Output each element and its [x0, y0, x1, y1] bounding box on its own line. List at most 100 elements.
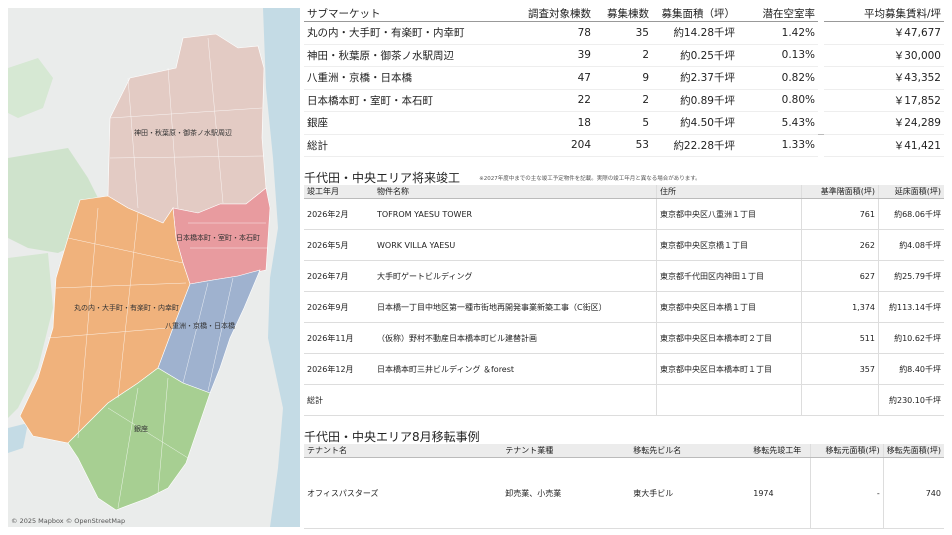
- future-cell: [656, 384, 802, 416]
- summary-cell: 約14.28千坪: [652, 21, 738, 45]
- summary-row[interactable]: 丸の内・大手町・有楽町・内幸町 78 35 約14.28千坪 1.42% ￥47,677: [304, 21, 944, 45]
- future-note: ※2027年度中までの主な竣工予定物件を記載。実際の竣工年月と異なる場合がありま…: [479, 175, 701, 182]
- summary-cell: 丸の内・大手町・有楽町・内幸町: [304, 21, 496, 45]
- future-row[interactable]: 総計 約230.10千坪: [304, 384, 944, 416]
- move-cell: 740: [883, 457, 944, 529]
- map-label-ginza: 銀座: [134, 425, 148, 433]
- summary-cell: 53: [594, 133, 652, 157]
- future-title-row: 千代田・中央エリア将来竣工 ※2027年度中までの主な竣工予定物件を記載。実際の…: [304, 167, 944, 185]
- summary-row[interactable]: 総計 204 53 約22.28千坪 1.33% ￥41,421: [304, 133, 944, 157]
- future-cell: 日本橋一丁目中地区第一種市街地再開発事業新築工事（C街区）: [374, 291, 657, 323]
- summary-cell: 日本橋本町・室町・本石町: [304, 89, 496, 112]
- future-cell: 357: [801, 353, 879, 385]
- col-industry[interactable]: テナント業種: [502, 444, 631, 458]
- future-cell: （仮称）野村不動産日本橋本町ビル建替計画: [374, 322, 657, 354]
- future-cell: 東京都中央区日本橋本町２丁目: [656, 322, 802, 354]
- summary-row[interactable]: 八重洲・京橋・日本橋 47 9 約2.37千坪 0.82% ￥43,352: [304, 66, 944, 90]
- future-row[interactable]: 2026年11月 （仮称）野村不動産日本橋本町ビル建替計画 東京都中央区日本橋本町２…: [304, 322, 944, 354]
- col-avg-rent[interactable]: 平均募集賃料/坪: [824, 6, 944, 22]
- future-cell: [801, 384, 879, 416]
- summary-cell: 39: [496, 44, 594, 67]
- future-cell: 総計: [304, 384, 374, 416]
- summary-cell: 2: [594, 44, 652, 67]
- summary-cell: 204: [496, 133, 594, 157]
- future-cell: 約68.06千坪: [878, 198, 944, 230]
- future-cell: 2026年5月: [304, 229, 374, 261]
- future-row[interactable]: 2026年12月 日本橋本町三井ビルディング ＆forest 東京都中央区日本橋本町…: [304, 353, 944, 385]
- summary-row[interactable]: 銀座 18 5 約4.50千坪 5.43% ￥24,289: [304, 111, 944, 135]
- map-label-nihonbashi: 日本橋本町・室町・本石町: [176, 234, 260, 242]
- col-property-name[interactable]: 物件名称: [374, 185, 657, 199]
- map-canvas: [8, 8, 300, 527]
- summary-cell: ￥24,289: [824, 111, 944, 135]
- col-survey-count[interactable]: 調査対象棟数: [496, 6, 594, 22]
- future-cell: [374, 384, 657, 416]
- submarket-map[interactable]: 神田・秋葉原・御茶ノ水駅周辺 日本橋本町・室町・本石町 丸の内・大手町・有楽町・…: [8, 8, 300, 527]
- move-row[interactable]: オフィスパスターズ 卸売業、小売業 東大手ビル 1974-740: [304, 457, 944, 529]
- future-cell: 東京都千代田区内神田１丁目: [656, 260, 802, 292]
- future-cell: TOFROM YAESU TOWER: [374, 198, 657, 230]
- future-cell: 2026年9月: [304, 291, 374, 323]
- future-cell: 511: [801, 322, 879, 354]
- move-cell: オフィスパスターズ: [304, 457, 503, 529]
- map-label-kanda: 神田・秋葉原・御茶ノ水駅周辺: [134, 129, 232, 137]
- move-cell: 卸売業、小売業: [502, 457, 631, 529]
- summary-cell: 八重洲・京橋・日本橋: [304, 66, 496, 90]
- summary-cell: 約0.89千坪: [652, 89, 738, 112]
- summary-cell: ￥43,352: [824, 66, 944, 90]
- summary-cell: 1.33%: [738, 133, 818, 157]
- col-dest-year[interactable]: 移転先竣工年: [750, 444, 812, 458]
- summary-cell: 銀座: [304, 111, 496, 135]
- col-address[interactable]: 住所: [656, 185, 802, 199]
- col-dest-area[interactable]: 移転先面積(坪): [883, 444, 944, 458]
- move-cell: -: [810, 457, 884, 529]
- move-title-row: 千代田・中央エリア8月移転事例: [304, 426, 944, 444]
- summary-row[interactable]: 日本橋本町・室町・本石町 22 2 約0.89千坪 0.80% ￥17,852: [304, 89, 944, 112]
- future-cell: 東京都中央区日本橋本町１丁目: [656, 353, 802, 385]
- col-listing-count[interactable]: 募集棟数: [594, 6, 652, 22]
- col-completion-date[interactable]: 竣工年月: [304, 185, 374, 199]
- future-cell: 東京都中央区日本橋１丁目: [656, 291, 802, 323]
- col-vacancy[interactable]: 潜在空室率: [738, 6, 818, 22]
- col-listing-area[interactable]: 募集面積（坪）: [652, 6, 738, 22]
- move-cell: 1974: [750, 457, 812, 529]
- future-cell: 約10.62千坪: [878, 322, 944, 354]
- future-cell: 262: [801, 229, 879, 261]
- summary-cell: 神田・秋葉原・御茶ノ水駅周辺: [304, 44, 496, 67]
- col-tenant[interactable]: テナント名: [304, 444, 503, 458]
- summary-cell: 0.13%: [738, 44, 818, 67]
- col-submarket[interactable]: サブマーケット: [304, 6, 496, 22]
- summary-cell: 1.42%: [738, 21, 818, 45]
- col-floor-area[interactable]: 基準階面積(坪): [801, 185, 879, 199]
- map-attribution[interactable]: © 2025 Mapbox © OpenStreetMap: [11, 517, 125, 525]
- future-row[interactable]: 2026年9月 日本橋一丁目中地区第一種市街地再開発事業新築工事（C街区） 東京都中…: [304, 291, 944, 323]
- summary-cell: ￥30,000: [824, 44, 944, 67]
- future-row[interactable]: 2026年5月 WORK VILLA YAESU 東京都中央区京橋１丁目 262 約4.…: [304, 229, 944, 261]
- future-cell: 1,374: [801, 291, 879, 323]
- summary-cell: ￥41,421: [824, 133, 944, 157]
- future-cell: 2026年12月: [304, 353, 374, 385]
- summary-cell: 約22.28千坪: [652, 133, 738, 157]
- move-cell: 東大手ビル: [630, 457, 751, 529]
- future-row[interactable]: 2026年7月 大手町ゲートビルディング 東京都千代田区内神田１丁目 627 約25.7…: [304, 260, 944, 292]
- relocation-table: テナント名 テナント業種 移転先ビル名 移転先竣工年 移転元面積(坪) 移転先面…: [304, 444, 944, 529]
- summary-cell: 47: [496, 66, 594, 90]
- summary-row[interactable]: 神田・秋葉原・御茶ノ水駅周辺 39 2 約0.25千坪 0.13% ￥30,000: [304, 44, 944, 67]
- future-title: 千代田・中央エリア将来竣工: [304, 171, 461, 185]
- future-cell: 627: [801, 260, 879, 292]
- future-row[interactable]: 2026年2月 TOFROM YAESU TOWER 東京都中央区八重洲１丁目 761…: [304, 198, 944, 230]
- col-dest-building[interactable]: 移転先ビル名: [630, 444, 751, 458]
- future-cell: 761: [801, 198, 879, 230]
- future-cell: 大手町ゲートビルディング: [374, 260, 657, 292]
- future-cell: 約113.14千坪: [878, 291, 944, 323]
- summary-cell: ￥47,677: [824, 21, 944, 45]
- col-total-floor-area[interactable]: 延床面積(坪): [878, 185, 944, 199]
- summary-cell: 35: [594, 21, 652, 45]
- summary-cell: 9: [594, 66, 652, 90]
- summary-cell: 0.80%: [738, 89, 818, 112]
- future-cell: 約25.79千坪: [878, 260, 944, 292]
- col-src-area[interactable]: 移転元面積(坪): [810, 444, 884, 458]
- future-cell: 東京都中央区京橋１丁目: [656, 229, 802, 261]
- summary-cell: 0.82%: [738, 66, 818, 90]
- summary-cell: 78: [496, 21, 594, 45]
